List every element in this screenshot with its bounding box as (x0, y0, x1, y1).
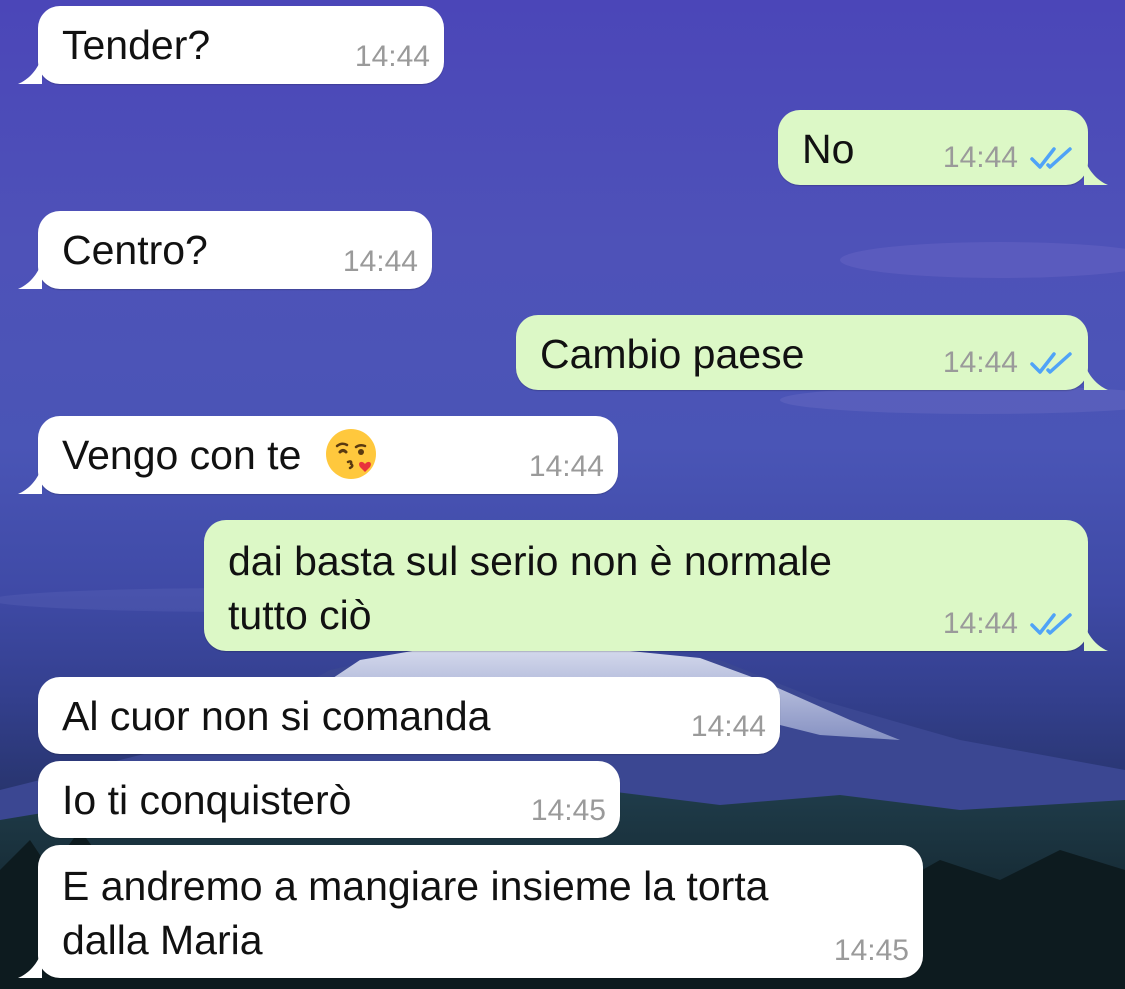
message-text: Tender? (62, 22, 211, 68)
message-text: Io ti conquisterò (62, 777, 352, 823)
message-bubble-incoming[interactable]: Tender? 14:44 (18, 6, 444, 84)
bubble-tail (18, 261, 42, 289)
bubble-tail (1084, 362, 1108, 390)
message-time: 14:44 (942, 141, 1018, 174)
message-bubble-incoming[interactable]: E andremo a mangiare insieme la torta da… (18, 845, 923, 978)
message-text-line-1: dai basta sul serio non è normale (228, 538, 832, 584)
bubble-tail (18, 56, 42, 84)
message-time: 14:44 (528, 450, 604, 483)
message-bubble-outgoing[interactable]: Cambio paese 14:44 (516, 315, 1108, 390)
chat-screen: Tender? 14:44 No 14:44 Centro? 14:44 Cam… (0, 0, 1125, 989)
message-text-row: Vengo con te (62, 428, 379, 482)
read-receipt-icon (1030, 613, 1072, 635)
bubble-tail (1084, 157, 1108, 185)
message-time: 14:45 (833, 934, 909, 967)
message-text: Cambio paese (540, 331, 805, 377)
message-text: Al cuor non si comanda (62, 693, 491, 739)
message-text: Centro? (62, 227, 208, 273)
read-receipt-icon (1030, 352, 1072, 374)
message-time: 14:45 (530, 794, 606, 827)
read-receipt-icon (1030, 147, 1072, 169)
bubble-tail (1084, 623, 1108, 651)
message-time: 14:44 (942, 346, 1018, 379)
message-time: 14:44 (690, 710, 766, 743)
message-bubble-incoming[interactable]: Vengo con te 14:44 (18, 416, 618, 494)
message-bubble-outgoing[interactable]: dai basta sul serio non è normale tutto … (204, 520, 1108, 651)
message-text: No (802, 126, 855, 172)
message-bubble-incoming[interactable]: Al cuor non si comanda 14:44 (38, 677, 780, 754)
bubble-tail (18, 950, 42, 978)
message-text-line-1: E andremo a mangiare insieme la torta (62, 863, 769, 909)
message-text-line-2: tutto ciò (228, 592, 372, 638)
message-bubble-incoming[interactable]: Io ti conquisterò 14:45 (38, 761, 620, 838)
message-time: 14:44 (354, 40, 430, 73)
kissing-face-icon (325, 429, 376, 480)
message-bubble-outgoing[interactable]: No 14:44 (778, 110, 1108, 185)
message-text: Vengo con te (62, 432, 302, 478)
bubble-tail (18, 466, 42, 494)
message-time: 14:44 (342, 245, 418, 278)
message-text-line-2: dalla Maria (62, 917, 263, 963)
message-bubble-incoming[interactable]: Centro? 14:44 (18, 211, 432, 289)
message-time: 14:44 (942, 607, 1018, 640)
